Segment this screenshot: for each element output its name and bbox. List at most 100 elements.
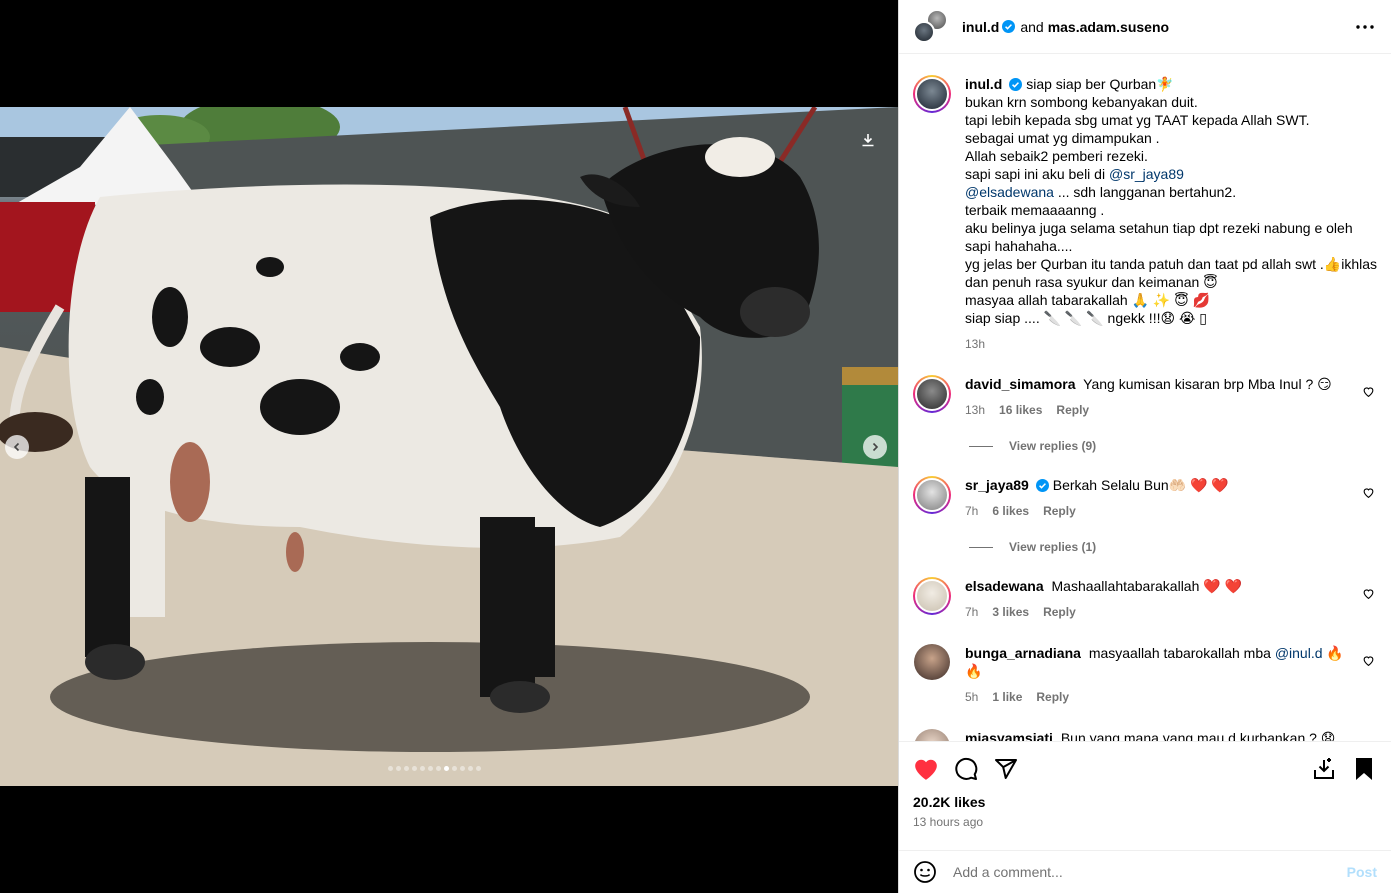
comment-text: Mashaallahtabarakallah ❤️ ❤️	[1051, 578, 1243, 594]
comment-item: david_simamora Yang kumisan kisaran brp …	[913, 375, 1377, 419]
story-ring-avatar[interactable]	[913, 375, 951, 413]
view-replies-label: View replies (9)	[1009, 439, 1097, 453]
story-ring-avatar[interactable]	[913, 75, 951, 113]
like-comment-heart-icon[interactable]	[1362, 486, 1375, 499]
avatar[interactable]	[914, 644, 950, 680]
carousel-dot	[396, 766, 401, 771]
post-timestamp[interactable]: 13 hours ago	[913, 815, 1377, 829]
carousel-dot	[428, 766, 433, 771]
emoji-icon[interactable]	[913, 860, 937, 884]
comment-text: Berkah Selalu Bun🤲🏻 ❤️ ❤️	[1052, 477, 1229, 493]
caption-line: ... sdh langganan bertahun2.	[1053, 184, 1237, 200]
reply-button[interactable]: Reply	[1056, 403, 1089, 417]
comment-username[interactable]: elsadewana	[965, 578, 1044, 594]
reply-button[interactable]: Reply	[1043, 504, 1076, 518]
verified-badge-icon	[1009, 78, 1023, 91]
carousel-dot	[404, 766, 409, 771]
post-actions: 20.2K likes 13 hours ago	[899, 741, 1391, 849]
save-to-collection-icon[interactable]	[1311, 756, 1337, 782]
carousel-prev-button[interactable]	[5, 435, 29, 459]
carousel-dot	[460, 766, 465, 771]
comment-text: masyaallah tabarokallah mba	[1088, 645, 1275, 661]
carousel-dot	[468, 766, 473, 771]
caption-time: 13h	[965, 337, 986, 351]
avatar	[913, 20, 935, 43]
carousel-dot	[452, 766, 457, 771]
reply-button[interactable]: Reply	[1036, 690, 1069, 704]
reply-button[interactable]: Reply	[1043, 605, 1076, 619]
comment-time: 7h	[965, 504, 979, 518]
caption-line: sapi sapi ini aku beli di	[965, 166, 1109, 182]
comment-likes[interactable]: 3 likes	[992, 605, 1029, 619]
view-replies-button[interactable]: View replies (1)	[969, 540, 1377, 554]
view-replies-button[interactable]: View replies (9)	[969, 439, 1377, 453]
caption-line: yg jelas ber Qurban itu tanda patuh dan …	[965, 256, 1378, 290]
bookmark-icon[interactable]	[1351, 756, 1377, 782]
carousel-dot	[444, 766, 449, 771]
caption-line: bukan krn sombong kebanyakan duit.	[965, 94, 1198, 110]
caption-line: terbaik memaaaanng .	[965, 202, 1105, 218]
comment-username[interactable]: bunga_arnadiana	[965, 645, 1081, 661]
post-caption: inul.d siap siap ber Qurban🧚 bukan krn s…	[913, 55, 1377, 353]
comment-item: sr_jaya89 Berkah Selalu Bun🤲🏻 ❤️ ❤️ 7h 6 …	[913, 476, 1377, 520]
chevron-left-icon	[13, 442, 20, 452]
comment-time: 5h	[965, 690, 979, 704]
post-photo-cow[interactable]	[0, 107, 898, 786]
post-sidebar: inul.d and mas.adam.suseno inul.d siap s…	[898, 0, 1391, 893]
mention-link[interactable]: @sr_jaya89	[1109, 166, 1184, 182]
carousel-dot	[420, 766, 425, 771]
comment-username[interactable]: david_simamora	[965, 376, 1076, 392]
collaborator-username[interactable]: mas.adam.suseno	[1048, 19, 1169, 35]
share-icon[interactable]	[993, 756, 1019, 782]
comment-item: bunga_arnadiana masyaallah tabarokallah …	[913, 644, 1377, 706]
comment-username[interactable]: sr_jaya89	[965, 477, 1029, 493]
story-ring-avatar[interactable]	[913, 577, 951, 615]
comment-time: 7h	[965, 605, 979, 619]
carousel-next-button[interactable]	[863, 435, 887, 459]
caption-line: siap siap ber Qurban🧚	[1026, 76, 1174, 92]
mention-link[interactable]: @elsadewana	[965, 184, 1054, 200]
carousel-dot	[436, 766, 441, 771]
comment-username[interactable]: miasyamsiati	[965, 730, 1053, 741]
like-comment-heart-icon[interactable]	[1362, 587, 1375, 600]
post-media	[0, 0, 898, 893]
like-comment-heart-icon[interactable]	[1362, 385, 1375, 398]
more-options-icon[interactable]	[1353, 15, 1377, 39]
chevron-right-icon	[872, 442, 879, 452]
author-username[interactable]: inul.d	[962, 19, 999, 35]
collab-avatars[interactable]	[913, 8, 949, 45]
comment-item: elsadewana Mashaallahtabarakallah ❤️ ❤️ …	[913, 577, 1377, 621]
comment-item: miasyamsiati Bun yang mana yang mau d ku…	[913, 729, 1377, 741]
carousel-dot	[476, 766, 481, 771]
caption-line: siap siap .... 🔪 🔪 🔪 ngekk !!!😧 😭 ▯	[965, 310, 1207, 326]
post-header: inul.d and mas.adam.suseno	[899, 0, 1391, 54]
comments-list[interactable]: inul.d siap siap ber Qurban🧚 bukan krn s…	[899, 55, 1391, 741]
comment-input[interactable]: Add a comment...	[953, 864, 1347, 880]
post-authors: inul.d and mas.adam.suseno	[962, 19, 1169, 35]
like-heart-icon[interactable]	[913, 756, 939, 782]
verified-badge-icon	[1002, 20, 1016, 33]
carousel-dot	[388, 766, 393, 771]
caption-username[interactable]: inul.d	[965, 76, 1002, 92]
comment-likes[interactable]: 1 like	[992, 690, 1022, 704]
view-replies-label: View replies (1)	[1009, 540, 1097, 554]
caption-line: masyaa allah tabarakallah 🙏 ✨ 😇 💋	[965, 292, 1211, 308]
post-comment-button[interactable]: Post	[1347, 864, 1377, 880]
and-text: and	[1020, 18, 1044, 35]
comment-likes[interactable]: 16 likes	[999, 403, 1042, 417]
caption-text: inul.d siap siap ber Qurban🧚 bukan krn s…	[965, 75, 1377, 353]
avatar[interactable]	[914, 729, 950, 741]
add-comment-bar: Add a comment... Post	[899, 850, 1391, 893]
like-comment-heart-icon[interactable]	[1362, 654, 1375, 667]
caption-line: aku belinya juga selama setahun tiap dpt…	[965, 220, 1353, 254]
verified-badge-icon	[1035, 479, 1049, 492]
story-ring-avatar[interactable]	[913, 476, 951, 514]
comment-text: Yang kumisan kisaran brp Mba Inul ? 😏	[1083, 376, 1332, 392]
caption-line: sebagai umat yg dimampukan .	[965, 130, 1160, 146]
mention-link[interactable]: @inul.d	[1275, 645, 1323, 661]
likes-count[interactable]: 20.2K likes	[913, 794, 1377, 810]
comment-likes[interactable]: 6 likes	[992, 504, 1029, 518]
download-icon[interactable]	[856, 128, 880, 152]
carousel-dot	[412, 766, 417, 771]
comment-icon[interactable]	[953, 756, 979, 782]
